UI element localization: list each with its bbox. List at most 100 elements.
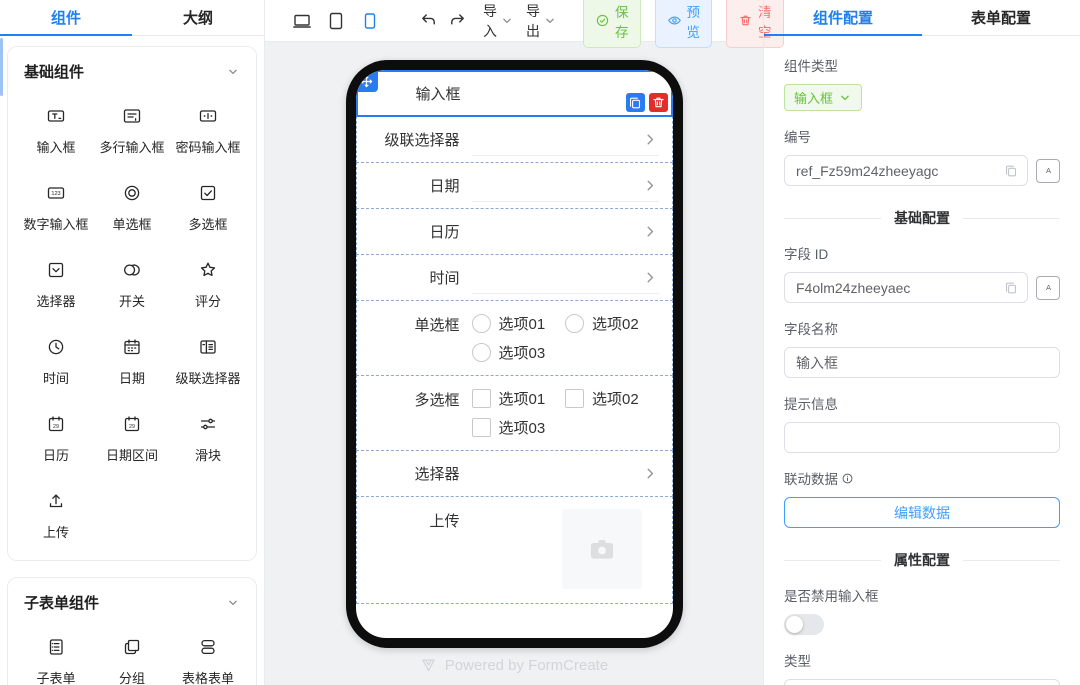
component-item-开关[interactable]: 开关 [94, 246, 170, 323]
star-icon [198, 258, 218, 282]
form-field-日期[interactable]: 日期 [356, 162, 673, 209]
attr-config-title: 属性配置 [894, 550, 950, 570]
copy-icon[interactable] [1003, 280, 1019, 296]
ref-input[interactable] [784, 155, 1028, 186]
component-item-日历[interactable]: 29日历 [18, 400, 94, 477]
form-field-多选框[interactable]: 多选框选项01选项02选项03 [356, 375, 673, 451]
type-select-input[interactable] [784, 679, 1060, 685]
form-field-单选框[interactable]: 单选框选项01选项02选项03 [356, 300, 673, 376]
component-item-输入框[interactable]: 输入框 [18, 92, 94, 169]
chevron-down-icon [500, 14, 514, 28]
field-id-input[interactable] [784, 272, 1028, 303]
component-item-表格表单[interactable]: 表格表单 [170, 623, 246, 685]
copy-icon[interactable] [1003, 163, 1019, 179]
保存-button[interactable]: 保存 [583, 0, 641, 48]
component-item-数字输入框[interactable]: 123数字输入框 [18, 169, 94, 246]
field-value [472, 209, 659, 254]
canvas-column: 导入导出 保存预览清空 输入框级联选择器日期日历时间单选框选项01选项02选项0… [265, 0, 763, 685]
form-field-级联选择器[interactable]: 级联选择器 [356, 116, 673, 163]
option-选项01[interactable]: 选项01 [472, 388, 566, 409]
section-header[interactable]: 基础组件 [18, 61, 246, 92]
radio-icon [122, 181, 142, 205]
tablet-icon[interactable] [323, 8, 349, 34]
option-选项01[interactable]: 选项01 [472, 313, 566, 334]
component-item-label: 开关 [119, 291, 145, 310]
field-label: 时间 [357, 267, 460, 288]
component-item-级联选择器[interactable]: 级联选择器 [170, 323, 246, 400]
auto-generate-icon[interactable]: A [1036, 276, 1060, 300]
copy-field-icon[interactable] [626, 93, 645, 112]
option-选项02[interactable]: 选项02 [565, 313, 659, 334]
tip-input[interactable] [784, 422, 1060, 453]
form-field-时间[interactable]: 时间 [356, 254, 673, 301]
type-select[interactable] [784, 679, 1060, 685]
component-item-子表单[interactable]: 子表单 [18, 623, 94, 685]
component-item-多选框[interactable]: 多选框 [170, 169, 246, 246]
field-name-input[interactable] [784, 347, 1060, 378]
info-icon[interactable] [841, 472, 854, 485]
menu-导出[interactable]: 导出 [526, 1, 557, 41]
date-range-icon: 29 [122, 412, 142, 436]
field-value [472, 261, 659, 294]
undo-button[interactable] [419, 8, 438, 34]
tab-组件[interactable]: 组件 [0, 0, 132, 35]
redo-button[interactable] [448, 8, 467, 34]
component-item-选择器[interactable]: 选择器 [18, 246, 94, 323]
form-field-上传[interactable]: 上传 [356, 496, 673, 604]
component-item-评分[interactable]: 评分 [170, 246, 246, 323]
chevron-down-icon [838, 91, 852, 105]
checkbox-control[interactable] [472, 418, 491, 437]
component-item-单选框[interactable]: 单选框 [94, 169, 170, 246]
tab-大纲[interactable]: 大纲 [132, 0, 264, 35]
component-item-label: 选择器 [36, 291, 75, 310]
watermark: Powered by FormCreate [265, 657, 763, 674]
form-field-输入框[interactable]: 输入框 [356, 70, 673, 117]
menu-导入[interactable]: 导入 [483, 1, 514, 41]
desktop-icon[interactable] [289, 8, 315, 34]
radio-control[interactable] [565, 314, 584, 333]
form-field-选择器[interactable]: 选择器 [356, 450, 673, 497]
component-item-label: 单选框 [112, 214, 151, 233]
design-canvas[interactable]: 输入框级联选择器日期日历时间单选框选项01选项02选项03多选框选项01选项02… [265, 42, 763, 685]
left-scrollbar-thumb[interactable] [0, 38, 3, 96]
component-item-滑块[interactable]: 滑块 [170, 400, 246, 477]
move-icon[interactable] [356, 70, 378, 92]
option-选项03[interactable]: 选项03 [472, 417, 566, 438]
component-type-tag[interactable]: 输入框 [784, 84, 862, 111]
预览-button[interactable]: 预览 [655, 0, 713, 48]
component-item-分组[interactable]: 分组 [94, 623, 170, 685]
component-item-label: 滑块 [195, 445, 221, 464]
component-section: 基础组件输入框多行输入框密码输入框 123数字输入框单选框多选框选择器 开关 评分时间… [7, 46, 257, 561]
component-item-日期[interactable]: 日期 [94, 323, 170, 400]
slider-icon [198, 412, 218, 436]
radio-control[interactable] [472, 314, 491, 333]
component-item-日期区间[interactable]: 29日期区间 [94, 400, 170, 477]
section-header[interactable]: 子表单组件 [18, 592, 246, 623]
mobile-icon[interactable] [357, 8, 383, 34]
upload-placeholder[interactable] [562, 509, 642, 589]
radio-control[interactable] [472, 343, 491, 362]
component-item-多行输入框[interactable]: 多行输入框 [94, 92, 170, 169]
checkbox-icon [198, 181, 218, 205]
checkbox-control[interactable] [472, 389, 491, 408]
auto-generate-icon[interactable]: A [1036, 159, 1060, 183]
tab-组件配置[interactable]: 组件配置 [764, 0, 922, 35]
component-item-label: 上传 [43, 522, 69, 541]
disable-input-toggle[interactable] [784, 614, 824, 635]
component-item-上传[interactable]: 上传 [18, 477, 94, 554]
component-item-label: 评分 [195, 291, 221, 310]
tab-表单配置[interactable]: 表单配置 [922, 0, 1080, 35]
option-选项03[interactable]: 选项03 [472, 342, 566, 363]
component-item-密码输入框[interactable]: 密码输入框 [170, 92, 246, 169]
ref-label: 编号 [784, 126, 1060, 146]
attr-config-divider: 属性配置 [784, 550, 1060, 570]
edit-data-button[interactable]: 编辑数据 [784, 497, 1060, 528]
form-field-日历[interactable]: 日历 [356, 208, 673, 255]
component-item-label: 密码输入框 [175, 137, 240, 156]
component-item-label: 表格表单 [182, 668, 234, 685]
component-item-时间[interactable]: 时间 [18, 323, 94, 400]
option-选项02[interactable]: 选项02 [565, 388, 659, 409]
chevron-down-icon [543, 14, 557, 28]
checkbox-control[interactable] [565, 389, 584, 408]
delete-field-icon[interactable] [649, 93, 668, 112]
